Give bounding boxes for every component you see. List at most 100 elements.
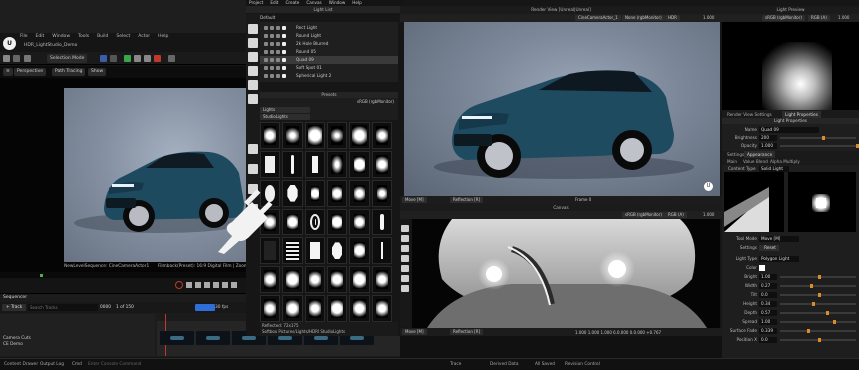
solo-toggle[interactable] <box>270 74 274 78</box>
slider-knob[interactable] <box>818 275 821 279</box>
param-slider[interactable] <box>780 293 856 297</box>
visibility-toggle[interactable] <box>264 50 268 54</box>
mode-icon[interactable] <box>24 55 31 62</box>
menu-file[interactable]: File <box>20 34 28 42</box>
cmd-dropdown[interactable]: Cmd <box>72 361 82 369</box>
all-saved-status[interactable]: All Saved <box>535 361 555 369</box>
param-slider[interactable] <box>780 284 856 288</box>
preset-thumbnail[interactable] <box>282 122 303 149</box>
preset-thumbnail[interactable] <box>304 122 325 149</box>
frame-field[interactable]: 0000 <box>100 305 111 310</box>
preset-thumbnail[interactable] <box>304 179 325 207</box>
group-icon[interactable] <box>248 52 258 62</box>
visibility-toggle[interactable] <box>264 26 268 30</box>
light-row[interactable]: Rect Light <box>260 24 398 32</box>
param-input[interactable]: 0.0 <box>759 292 777 298</box>
light-row[interactable]: Soft Spot 01 <box>260 64 398 72</box>
preset-thumbnail[interactable] <box>304 237 325 265</box>
render-view-viewport[interactable]: U <box>404 22 720 196</box>
project-tab[interactable]: HDR_LightStudio_Demo <box>24 43 77 51</box>
preset-thumbnail[interactable] <box>327 266 348 294</box>
menu-build[interactable]: Build <box>97 34 108 42</box>
preset-thumbnail[interactable] <box>349 295 370 322</box>
menu-edit[interactable]: Edit <box>36 34 45 42</box>
preset-thumbnail[interactable] <box>282 266 303 294</box>
solo-toggle[interactable] <box>270 58 274 62</box>
render-colorspace-dropdown[interactable]: None (rgbMonitor) <box>622 15 665 21</box>
param-slider[interactable] <box>780 311 856 315</box>
param-slider[interactable] <box>780 329 856 333</box>
preset-thumbnail[interactable] <box>304 266 325 294</box>
tab-appearance[interactable]: Appearance <box>744 151 776 158</box>
preset-thumbnail[interactable] <box>282 179 303 207</box>
light-row[interactable]: 2k Hole Blurred <box>260 40 398 48</box>
slider-knob[interactable] <box>818 293 821 297</box>
lock-toggle[interactable] <box>276 34 280 38</box>
param-slider[interactable] <box>780 275 856 279</box>
tab-main[interactable]: Main <box>724 158 740 165</box>
lock-toggle[interactable] <box>276 50 280 54</box>
selection-mode-dropdown[interactable]: Selection Mode <box>47 54 88 63</box>
menu-tools[interactable]: Tools <box>78 34 89 42</box>
show-button[interactable]: Show <box>88 68 107 76</box>
fps-dropdown[interactable]: 30 fps <box>215 305 228 310</box>
solo-toggle[interactable] <box>270 34 274 38</box>
add-light-icon[interactable] <box>248 24 258 34</box>
track-ce-demo[interactable]: CE Demo <box>3 342 23 347</box>
preset-thumbnail[interactable] <box>304 208 325 236</box>
preview-channels-dropdown[interactable]: RGB (A) <box>808 15 830 21</box>
preset-thumbnail[interactable] <box>327 179 348 207</box>
light-type-dropdown[interactable]: Polygon Light <box>759 256 799 262</box>
to-end-icon[interactable] <box>231 282 237 288</box>
slider-knob[interactable] <box>833 320 837 324</box>
param-input[interactable]: 1.00 <box>759 274 777 280</box>
visibility-toggle[interactable] <box>264 66 268 70</box>
preset-thumbnail[interactable] <box>349 237 370 265</box>
tab-light-properties[interactable]: Light Properties <box>782 111 821 118</box>
canvas-colorspace-dropdown[interactable]: sRGB (rgbMonitor) <box>622 212 665 218</box>
preset-tool-icon[interactable] <box>248 144 258 154</box>
content-drawer-button[interactable]: Content Drawer <box>4 361 38 369</box>
param-slider[interactable] <box>780 320 856 324</box>
to-start-icon[interactable] <box>186 282 192 288</box>
trace-button[interactable]: Trace <box>450 361 461 369</box>
opacity-slider[interactable] <box>780 144 859 148</box>
platforms-icon[interactable] <box>168 55 175 62</box>
lock-toggle[interactable] <box>276 74 280 78</box>
preset-thumbnail[interactable] <box>260 266 281 294</box>
cinematics-icon[interactable] <box>110 55 117 62</box>
preview-colorspace-dropdown[interactable]: sRGB (rgbMonitor) <box>762 15 805 21</box>
canvas-move-button[interactable]: Move [M] <box>402 329 427 335</box>
canvas-tool-icon[interactable] <box>401 235 409 242</box>
preset-thumbnail[interactable] <box>282 295 303 322</box>
reflection-mode-button[interactable]: Reflection [R] <box>450 197 484 203</box>
light-row-selected[interactable]: Quad 09 <box>260 56 398 64</box>
preset-thumbnail[interactable] <box>349 266 370 294</box>
canvas-tool-icon[interactable] <box>401 225 409 232</box>
menu-select[interactable]: Select <box>116 34 130 42</box>
param-slider[interactable] <box>780 302 856 306</box>
canvas-exposure[interactable]: 1.000 <box>703 212 714 217</box>
snap-toggle[interactable] <box>195 304 215 311</box>
preset-thumbnail[interactable] <box>371 237 392 265</box>
preview-exposure[interactable]: 1.000 <box>838 15 849 20</box>
preset-thumbnail[interactable] <box>282 237 303 265</box>
hdri-canvas[interactable] <box>412 219 720 328</box>
preset-thumbnail[interactable] <box>260 295 281 322</box>
preset-thumbnail[interactable] <box>282 208 303 236</box>
render-exposure[interactable]: 1.000 <box>703 15 714 20</box>
revision-control-button[interactable]: Revision Control <box>565 361 600 369</box>
slider-knob[interactable] <box>818 338 821 342</box>
preset-thumbnail[interactable] <box>349 208 370 236</box>
lock-toggle[interactable] <box>276 26 280 30</box>
step-back-icon[interactable] <box>195 282 201 288</box>
preset-thumbnail[interactable] <box>371 295 392 322</box>
param-input[interactable]: 0.339 <box>759 328 777 334</box>
preset-thumbnail[interactable] <box>304 150 325 178</box>
param-input[interactable]: 1.00 <box>759 319 777 325</box>
reset-button[interactable]: Reset <box>759 245 779 251</box>
slider-knob[interactable] <box>825 311 829 315</box>
slider-knob[interactable] <box>821 136 825 140</box>
visibility-toggle[interactable] <box>264 34 268 38</box>
brightness-slider[interactable] <box>780 136 856 140</box>
